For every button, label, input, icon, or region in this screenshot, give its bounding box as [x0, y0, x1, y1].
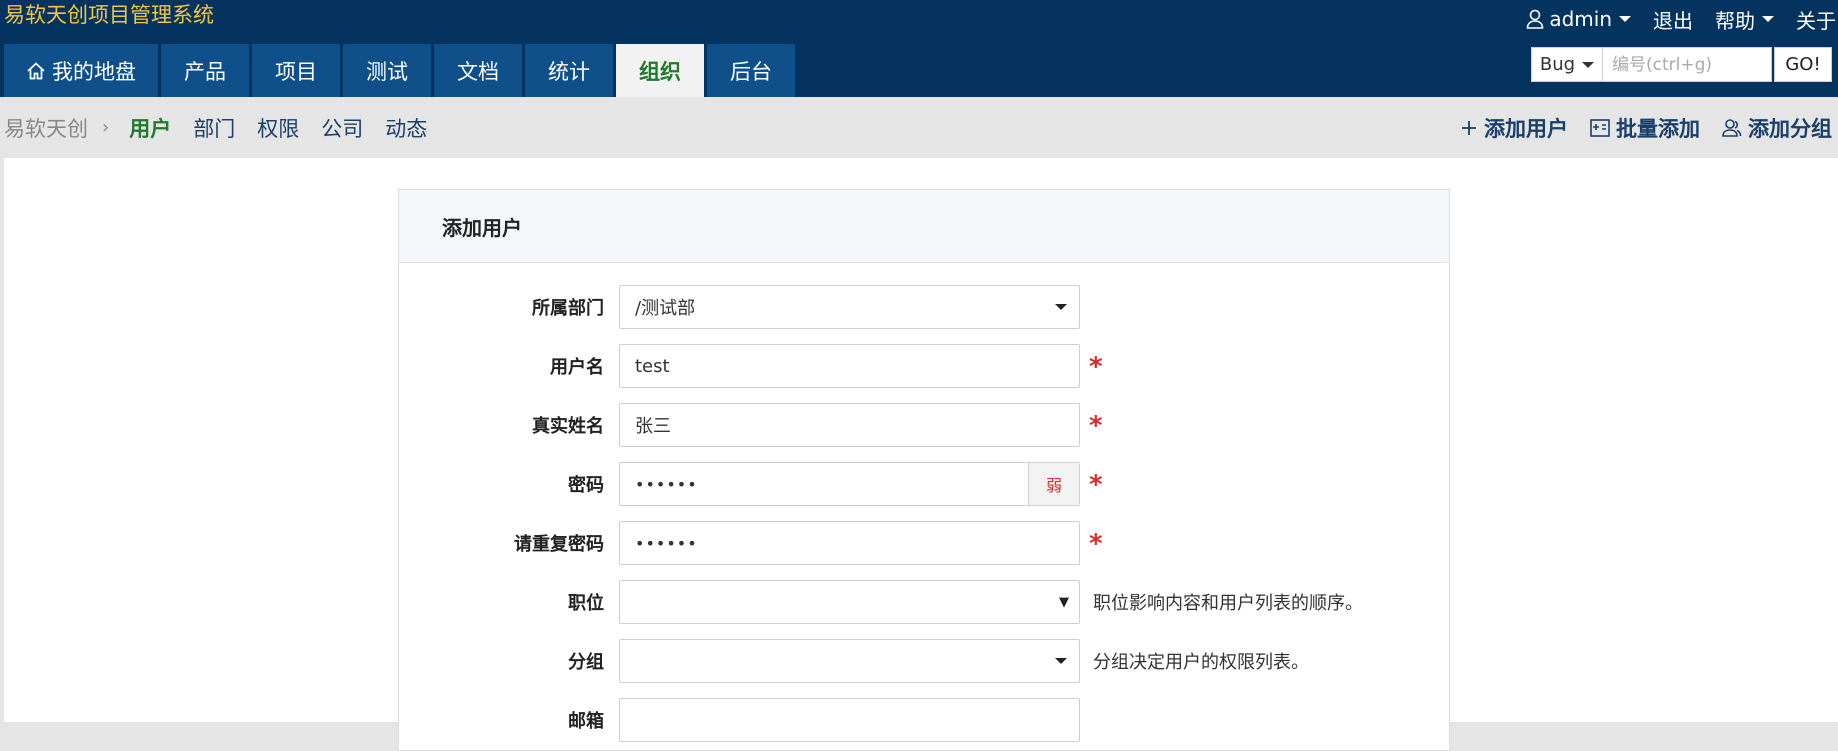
form-row-password2: 请重复密码 •••••• * — [399, 521, 1449, 565]
add-user-button[interactable]: 添加用户 — [1460, 113, 1568, 143]
nav-tab-project[interactable]: 项目 — [252, 44, 340, 97]
password-strength-badge: 弱 — [1028, 463, 1079, 505]
required-mark: * — [1089, 470, 1103, 500]
realname-input[interactable]: 张三 — [619, 403, 1080, 447]
nav-tab-product[interactable]: 产品 — [161, 44, 249, 97]
email-input[interactable] — [619, 698, 1080, 742]
search-input[interactable] — [1603, 47, 1772, 82]
home-icon — [26, 61, 46, 81]
required-mark: * — [1089, 529, 1103, 559]
user-name: admin — [1549, 7, 1612, 31]
add-user-label: 添加用户 — [1484, 116, 1568, 141]
search-type-select[interactable]: Bug — [1531, 47, 1603, 82]
app-title: 易软天创项目管理系统 — [4, 3, 214, 27]
main-content: 添加用户 所属部门 /测试部 用户名 test * 真实姓名 张三 * 密码 •… — [4, 158, 1838, 751]
nav-tab-qa[interactable]: 测试 — [343, 44, 431, 97]
form-row-dept: 所属部门 /测试部 — [399, 285, 1449, 329]
user-icon — [1526, 9, 1544, 29]
help-dropdown[interactable]: 帮助 — [1715, 5, 1774, 34]
panel-title: 添加用户 — [399, 190, 1449, 263]
password-input[interactable]: •••••• 弱 — [619, 462, 1080, 506]
nav-tab-company[interactable]: 组织 — [616, 44, 704, 97]
triangle-down-icon: ▼ — [1059, 595, 1069, 610]
subnav-item-dept[interactable]: 部门 — [193, 113, 235, 143]
email-label: 邮箱 — [568, 711, 604, 732]
sub-actions: 添加用户 批量添加 添加分组 — [1438, 97, 1832, 158]
help-label: 帮助 — [1715, 8, 1755, 33]
role-label: 职位 — [568, 593, 604, 614]
batch-add-label: 批量添加 — [1616, 116, 1700, 141]
realname-value: 张三 — [635, 416, 671, 437]
chevron-right-icon: › — [102, 117, 110, 138]
add-group-label: 添加分组 — [1748, 116, 1832, 141]
nav-tab-admin[interactable]: 后台 — [707, 44, 795, 97]
logout-link[interactable]: 退出 — [1653, 5, 1693, 34]
dept-label: 所属部门 — [532, 298, 604, 319]
nav-tab-report[interactable]: 统计 — [525, 44, 613, 97]
group-icon — [1722, 118, 1742, 138]
role-select[interactable]: ▼ — [619, 580, 1080, 624]
app-header: 易软天创项目管理系统 admin 退出 帮助 关于 我的地盘 产品 项目 测试 … — [0, 0, 1838, 97]
batch-add-button[interactable]: 批量添加 — [1590, 113, 1700, 143]
about-link[interactable]: 关于 — [1796, 5, 1836, 34]
add-user-panel: 添加用户 所属部门 /测试部 用户名 test * 真实姓名 张三 * 密码 •… — [398, 189, 1450, 751]
realname-label: 真实姓名 — [532, 416, 604, 437]
group-hint: 分组决定用户的权限列表。 — [1093, 652, 1309, 673]
nav-tab-doc[interactable]: 文档 — [434, 44, 522, 97]
subnav-item-group[interactable]: 权限 — [257, 113, 299, 143]
search-go-button[interactable]: GO! — [1774, 47, 1832, 82]
form-row-email: 邮箱 — [399, 698, 1449, 742]
subnav-item-users[interactable]: 用户 — [129, 113, 171, 143]
breadcrumb-root[interactable]: 易软天创 — [4, 113, 88, 143]
nav-tab-my[interactable]: 我的地盘 — [4, 44, 158, 97]
user-menu: admin 退出 帮助 关于 — [1526, 4, 1838, 34]
form-row-group: 分组 分组决定用户的权限列表。 — [399, 639, 1449, 683]
search-box: Bug GO! — [1531, 46, 1832, 83]
password-value: •••••• — [635, 474, 698, 494]
password2-input[interactable]: •••••• — [619, 521, 1080, 565]
breadcrumb: 易软天创 › 用户 部门 权限 公司 动态 — [4, 97, 449, 158]
form-row-account: 用户名 test * — [399, 344, 1449, 388]
role-hint: 职位影响内容和用户列表的顺序。 — [1093, 593, 1363, 614]
subnav-item-company[interactable]: 公司 — [321, 113, 363, 143]
chevron-down-icon — [1582, 61, 1595, 68]
required-mark: * — [1089, 352, 1103, 382]
batch-add-icon — [1590, 118, 1610, 137]
dept-select[interactable]: /测试部 — [619, 285, 1080, 329]
form-row-role: 职位 ▼ 职位影响内容和用户列表的顺序。 — [399, 580, 1449, 624]
account-label: 用户名 — [550, 357, 604, 378]
group-select[interactable] — [619, 639, 1080, 683]
sub-nav: 易软天创 › 用户 部门 权限 公司 动态 添加用户 批量添加 添加分组 — [0, 97, 1838, 158]
group-label: 分组 — [568, 652, 604, 673]
main-nav: 我的地盘 产品 项目 测试 文档 统计 组织 后台 — [4, 44, 798, 97]
form-row-password: 密码 •••••• 弱 * — [399, 462, 1449, 506]
user-dropdown[interactable]: admin — [1526, 7, 1631, 31]
account-input[interactable]: test — [619, 344, 1080, 388]
password2-label: 请重复密码 — [514, 534, 604, 555]
account-value: test — [635, 355, 670, 377]
search-type-label: Bug — [1539, 54, 1576, 75]
chevron-down-icon — [1055, 658, 1067, 664]
chevron-down-icon — [1619, 16, 1631, 22]
subnav-item-dynamic[interactable]: 动态 — [385, 113, 427, 143]
form-row-realname: 真实姓名 张三 * — [399, 403, 1449, 447]
dept-value: /测试部 — [635, 298, 696, 319]
nav-tab-label: 我的地盘 — [52, 59, 136, 84]
plus-icon — [1460, 119, 1478, 137]
password-label: 密码 — [568, 475, 604, 496]
chevron-down-icon — [1055, 304, 1067, 310]
chevron-down-icon — [1762, 16, 1774, 22]
add-group-button[interactable]: 添加分组 — [1722, 113, 1832, 143]
required-mark: * — [1089, 411, 1103, 441]
password2-value: •••••• — [635, 533, 698, 553]
